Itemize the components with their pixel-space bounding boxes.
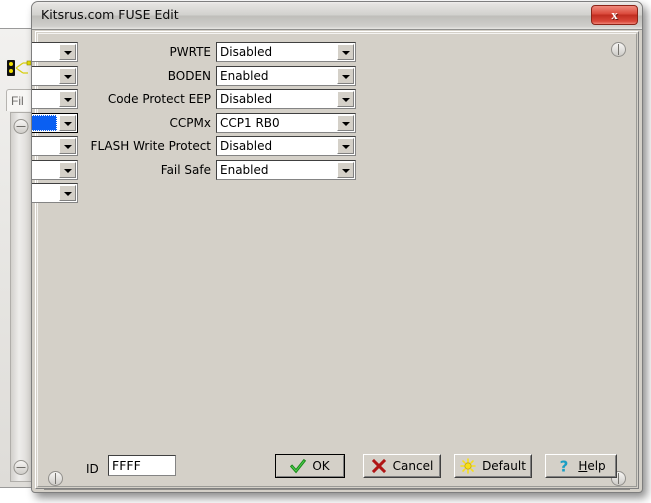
sun-icon xyxy=(460,458,476,474)
id-input[interactable]: FFFF xyxy=(108,455,176,476)
knob-bottom-left-icon[interactable] xyxy=(48,471,63,486)
default-button-label: Default xyxy=(482,459,526,473)
knob-top-right-icon[interactable] xyxy=(611,42,626,57)
fuse-combo-switch-over-mode[interactable]: Enabled xyxy=(31,183,78,203)
fuse-combo-value: Enabled xyxy=(220,69,333,83)
fuse-combo-value: Enabled xyxy=(220,163,333,177)
chevron-down-icon[interactable] xyxy=(337,162,354,178)
fuse-label: FLASH Write Protect xyxy=(31,139,211,153)
fuse-combo-ccpmx[interactable]: CCP1 RB0 xyxy=(216,113,356,133)
svg-text:?: ? xyxy=(560,458,569,474)
question-icon: ? xyxy=(556,458,572,474)
fuse-combo-value: CCP1 RB0 xyxy=(220,116,333,130)
chevron-down-icon[interactable] xyxy=(337,44,354,60)
dialog-title: Kitsrus.com FUSE Edit xyxy=(41,7,179,22)
chevron-down-icon[interactable] xyxy=(59,185,76,201)
chevron-down-icon[interactable] xyxy=(337,91,354,107)
fuse-label: Fail Safe xyxy=(31,163,211,177)
default-button[interactable]: Default xyxy=(454,454,532,478)
footer-separator xyxy=(44,489,630,493)
id-label: ID xyxy=(86,462,99,476)
fuse-combo-fail-safe[interactable]: Enabled xyxy=(216,160,356,180)
fuse-label: PWRTE xyxy=(31,45,211,59)
chevron-down-icon[interactable] xyxy=(337,115,354,131)
app-icon xyxy=(6,59,32,77)
fuse-combo-flash-write-protect[interactable]: Disabled xyxy=(216,136,356,156)
fuse-combo-value: Disabled xyxy=(220,92,333,106)
dialog-client-inner: WDTEnabledMCLREEnabledCode Protect ROMDi… xyxy=(37,33,637,487)
background-window-scrollbar[interactable] xyxy=(10,112,32,482)
fuse-combo-value: Disabled xyxy=(220,45,333,59)
chevron-down-icon[interactable] xyxy=(337,138,354,154)
fuse-combo-value: Disabled xyxy=(220,139,333,153)
fuse-combo-value: Enabled xyxy=(31,186,55,200)
scroll-up-knob-icon[interactable] xyxy=(14,119,29,134)
fuse-edit-dialog: Kitsrus.com FUSE Edit x WDTEnabledMCLREE… xyxy=(31,1,643,493)
dialog-client-area: WDTEnabledMCLREEnabledCode Protect ROMDi… xyxy=(35,31,639,489)
ok-button[interactable]: OK xyxy=(275,454,345,478)
fuse-label: CCPMx xyxy=(31,116,211,130)
check-icon xyxy=(290,458,306,474)
screen: Fil Kitsrus.com FUSE Edit x WDTEnabledMC… xyxy=(0,0,651,503)
chevron-down-icon[interactable] xyxy=(337,68,354,84)
fuse-combo-code-protect-eep[interactable]: Disabled xyxy=(216,89,356,109)
dialog-titlebar[interactable]: Kitsrus.com FUSE Edit x xyxy=(32,2,642,30)
close-icon: x xyxy=(592,7,637,23)
fuse-combo-boden[interactable]: Enabled xyxy=(216,66,356,86)
cancel-button[interactable]: Cancel xyxy=(363,454,441,478)
fuse-combo-pwrte[interactable]: Disabled xyxy=(216,42,356,62)
fuse-label: BODEN xyxy=(31,69,211,83)
fuse-label: Code Protect EEP xyxy=(31,92,211,106)
help-button-label: Help xyxy=(578,459,605,473)
cancel-button-label: Cancel xyxy=(393,459,434,473)
ok-button-label: OK xyxy=(312,459,329,473)
x-icon xyxy=(371,458,387,474)
scroll-down-knob-icon[interactable] xyxy=(14,460,29,475)
help-button[interactable]: ? Help xyxy=(545,454,617,478)
close-button[interactable]: x xyxy=(591,5,638,25)
